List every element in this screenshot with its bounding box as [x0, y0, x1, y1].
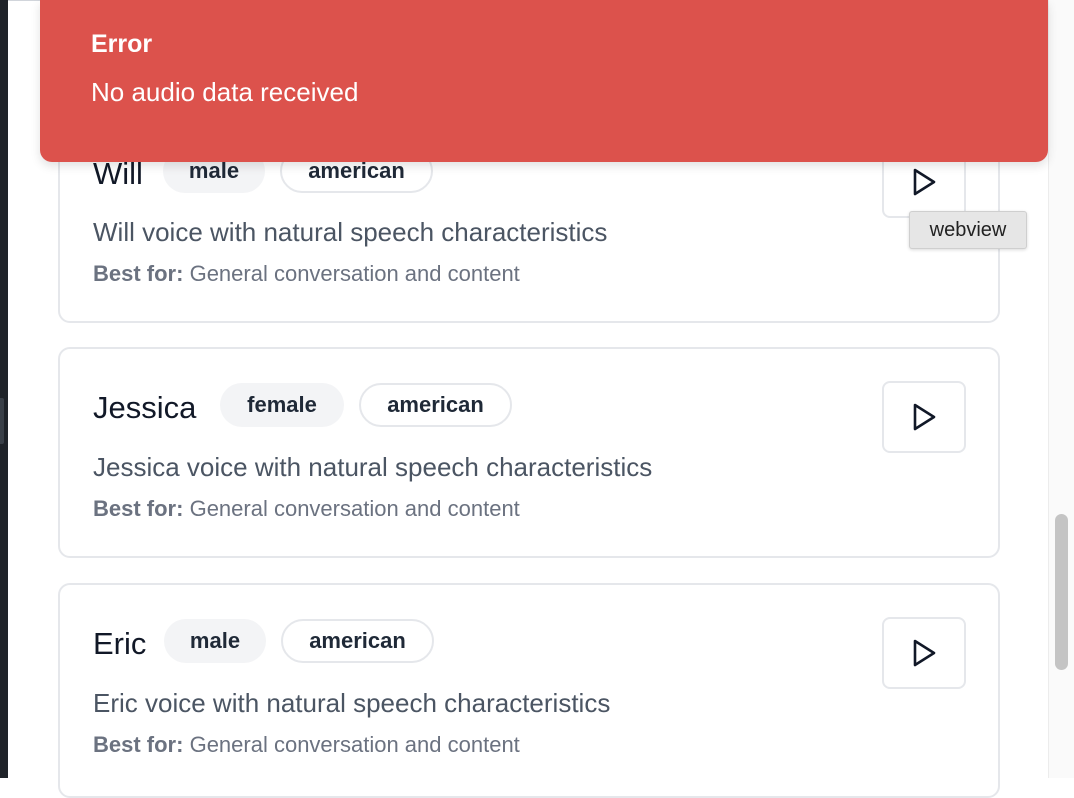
- window-edge-handle: [0, 398, 4, 444]
- voice-card-eric: Eric male american Eric voice with natur…: [58, 583, 1000, 798]
- accent-tag: american: [281, 619, 434, 663]
- voice-best-for: Best for: General conversation and conte…: [93, 734, 520, 756]
- voice-card-jessica: Jessica female american Jessica voice wi…: [58, 347, 1000, 558]
- play-button-jessica[interactable]: [882, 381, 966, 453]
- error-toast[interactable]: Error No audio data received: [40, 0, 1048, 162]
- toast-message: No audio data received: [91, 77, 359, 107]
- play-button-eric[interactable]: [882, 617, 966, 689]
- play-icon: [913, 168, 936, 196]
- best-for-value: General conversation and content: [189, 496, 520, 521]
- best-for-value: General conversation and content: [189, 261, 520, 286]
- voice-best-for: Best for: General conversation and conte…: [93, 263, 520, 285]
- accent-tag: american: [359, 383, 512, 427]
- webview-tooltip: webview: [909, 211, 1027, 249]
- voice-description: Eric voice with natural speech character…: [93, 688, 611, 718]
- voice-description: Jessica voice with natural speech charac…: [93, 452, 653, 482]
- best-for-label: Best for:: [93, 732, 184, 757]
- gender-tag: female: [220, 383, 344, 427]
- window-edge: [0, 0, 8, 778]
- voice-name: Will: [93, 156, 143, 191]
- play-icon: [913, 639, 936, 667]
- gender-tag: male: [164, 619, 266, 663]
- play-icon: [913, 403, 936, 431]
- voice-description: Will voice with natural speech character…: [93, 217, 608, 247]
- scrollbar-thumb[interactable]: [1055, 514, 1068, 670]
- best-for-value: General conversation and content: [189, 732, 520, 757]
- best-for-label: Best for:: [93, 261, 184, 286]
- toast-title: Error: [91, 30, 153, 58]
- best-for-label: Best for:: [93, 496, 184, 521]
- voice-name: Jessica: [93, 390, 197, 425]
- voice-best-for: Best for: General conversation and conte…: [93, 498, 520, 520]
- voice-name: Eric: [93, 626, 147, 661]
